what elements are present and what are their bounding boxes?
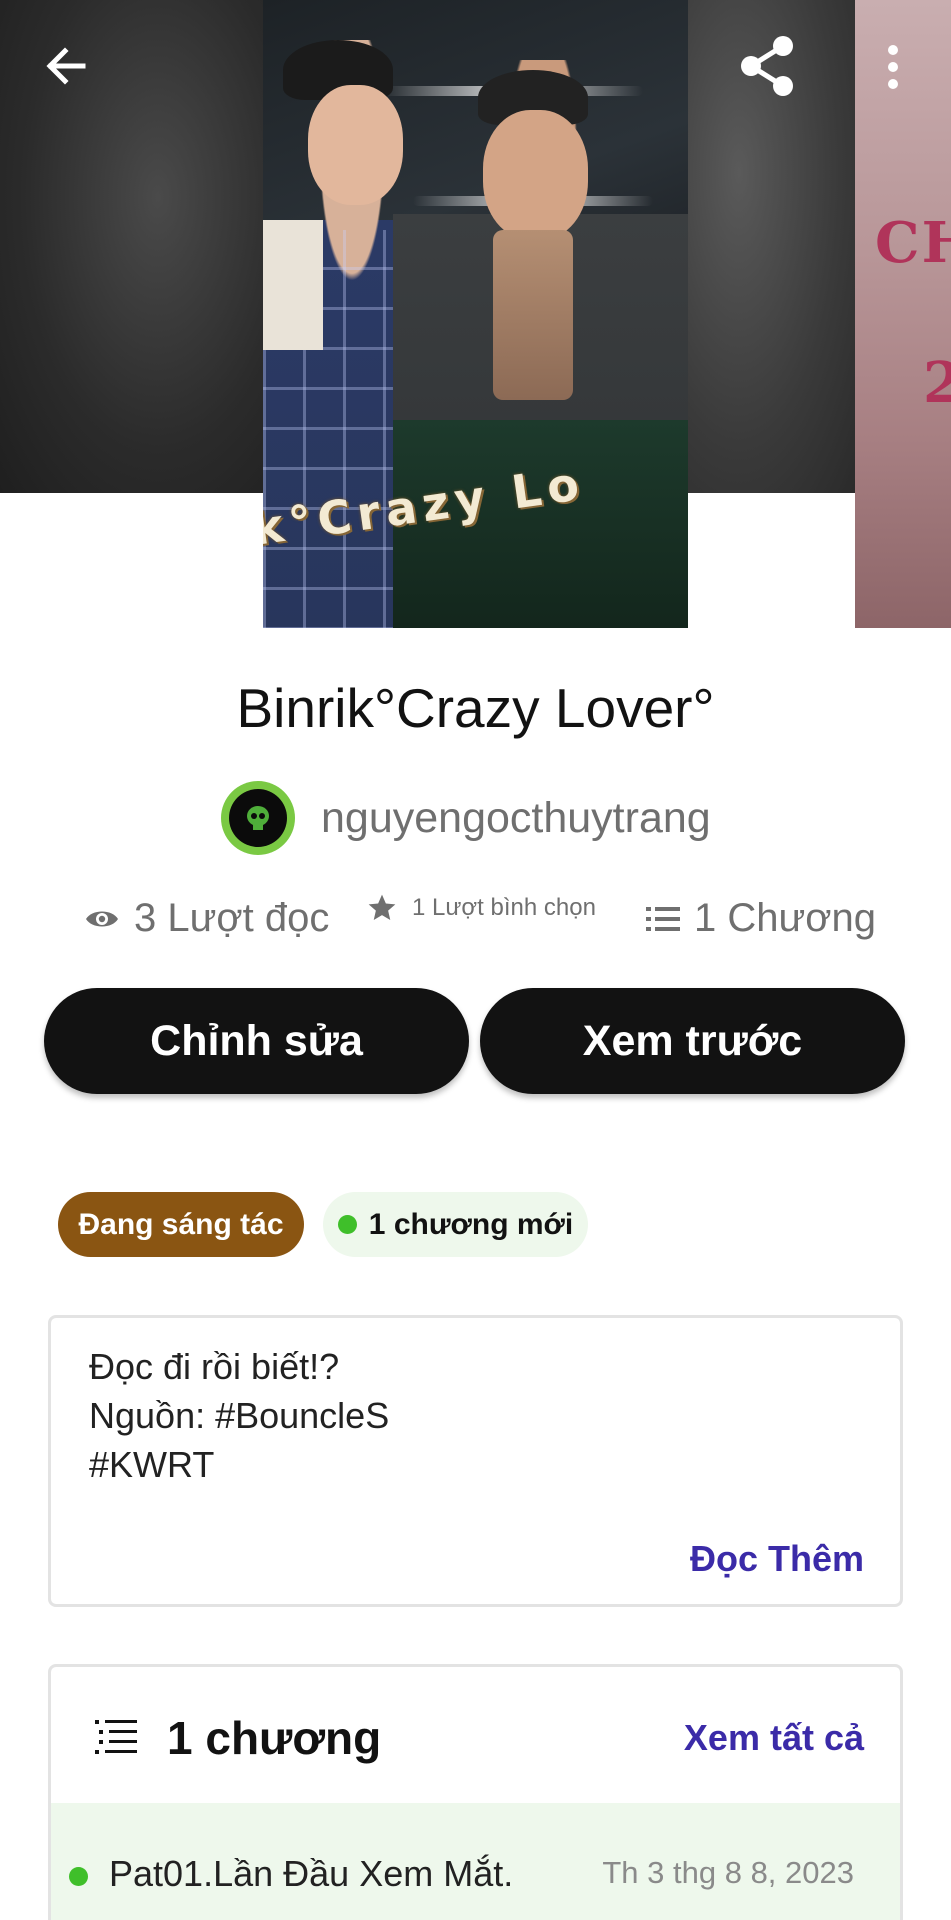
new-chapter-dot — [69, 1867, 88, 1886]
story-cover-image[interactable]: k°Crazy Lo — [263, 0, 688, 628]
read-more-link[interactable]: Đọc Thêm — [690, 1538, 864, 1580]
view-all-link[interactable]: Xem tất cả — [684, 1717, 864, 1759]
star-icon — [368, 894, 396, 920]
back-button[interactable] — [34, 34, 98, 98]
share-button[interactable] — [727, 30, 807, 102]
description-line: Nguồn: #BouncleS — [89, 1395, 390, 1436]
description-line: Đọc đi rồi biết!? — [89, 1346, 340, 1387]
parts-count: 1 Chương — [694, 896, 876, 940]
skull-avatar-icon — [247, 806, 269, 830]
story-stats: 3 Lượt đọc 1 Lượt bình chọn 1 Chương — [0, 888, 951, 948]
chapters-card: 1 chương Xem tất cả Pat01.Lần Đầu Xem Mắ… — [48, 1664, 903, 1920]
chapter-date: Th 3 thg 8 8, 2023 — [602, 1855, 854, 1890]
story-title: Binrik°Crazy Lover° — [236, 677, 715, 739]
description-line: #KWRT — [89, 1444, 215, 1485]
status-badge: Đang sáng tác — [58, 1192, 304, 1257]
author-name[interactable]: nguyengocthuytrang — [321, 794, 711, 843]
description-text: Đọc đi rồi biết!? Nguồn: #BouncleS #KWRT — [89, 1342, 389, 1489]
votes-stat: 1 Lượt bình chọn — [366, 892, 596, 924]
new-chapters-label: 1 chương mới — [368, 1207, 574, 1241]
chapters-header: 1 chương Xem tất cả — [51, 1667, 900, 1803]
parts-stat: 1 Chương — [646, 896, 876, 941]
new-chapters-badge: 1 chương mới — [323, 1192, 588, 1257]
new-indicator-dot — [337, 1215, 357, 1234]
more-options-button[interactable] — [870, 32, 916, 102]
list-icon — [646, 906, 680, 931]
reads-stat: 3 Lượt đọc — [84, 896, 329, 941]
list-icon — [95, 1720, 137, 1754]
chapters-count: 1 chương — [167, 1712, 382, 1764]
reads-count: 3 Lượt đọc — [134, 896, 330, 940]
votes-count: 1 Lượt bình chọn — [412, 894, 596, 921]
description-card: Đọc đi rồi biết!? Nguồn: #BouncleS #KWRT… — [48, 1315, 903, 1607]
arrow-left-icon — [46, 47, 86, 85]
author-link[interactable]: nguyengocthuytrang — [221, 780, 711, 856]
more-vertical-icon — [888, 45, 898, 89]
share-icon — [741, 36, 793, 96]
chapter-item[interactable]: Pat01.Lần Đầu Xem Mắt. Th 3 thg 8 8, 202… — [51, 1803, 900, 1920]
edit-button[interactable]: Chỉnh sửa — [44, 988, 469, 1094]
avatar[interactable] — [221, 781, 295, 855]
eye-icon — [86, 911, 118, 926]
chapter-title[interactable]: Pat01.Lần Đầu Xem Mắt. — [109, 1853, 513, 1895]
next-cover-number: 2 — [923, 350, 951, 416]
next-cover-text: CH — [875, 210, 951, 276]
preview-button[interactable]: Xem trước — [480, 988, 905, 1094]
